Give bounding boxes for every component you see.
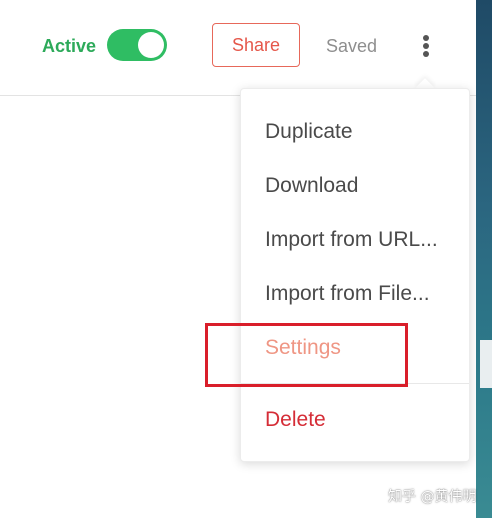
options-dropdown-menu: Duplicate Download Import from URL... Im… [240, 88, 470, 462]
active-toggle[interactable] [107, 29, 167, 61]
background-window-edge [476, 0, 492, 518]
watermark-text: 知乎 @黄伟明 [388, 489, 477, 505]
background-window-strip [480, 340, 492, 388]
active-status-label: Active [42, 36, 97, 56]
menu-item-import-file[interactable]: Import from File... [265, 282, 430, 306]
top-toolbar: Active Share Saved [0, 0, 476, 96]
share-button[interactable]: Share [212, 23, 300, 67]
more-options-button[interactable] [410, 30, 442, 62]
menu-item-delete[interactable]: Delete [265, 408, 326, 432]
menu-item-download[interactable]: Download [265, 174, 358, 198]
toggle-knob [138, 32, 164, 58]
saved-status-label: Saved [326, 36, 378, 56]
annotation-highlight-box [205, 323, 408, 387]
menu-item-import-url[interactable]: Import from URL... [265, 228, 438, 252]
menu-item-duplicate[interactable]: Duplicate [265, 120, 353, 144]
app-page: Active Share Saved Duplicate Download Im… [0, 0, 476, 518]
